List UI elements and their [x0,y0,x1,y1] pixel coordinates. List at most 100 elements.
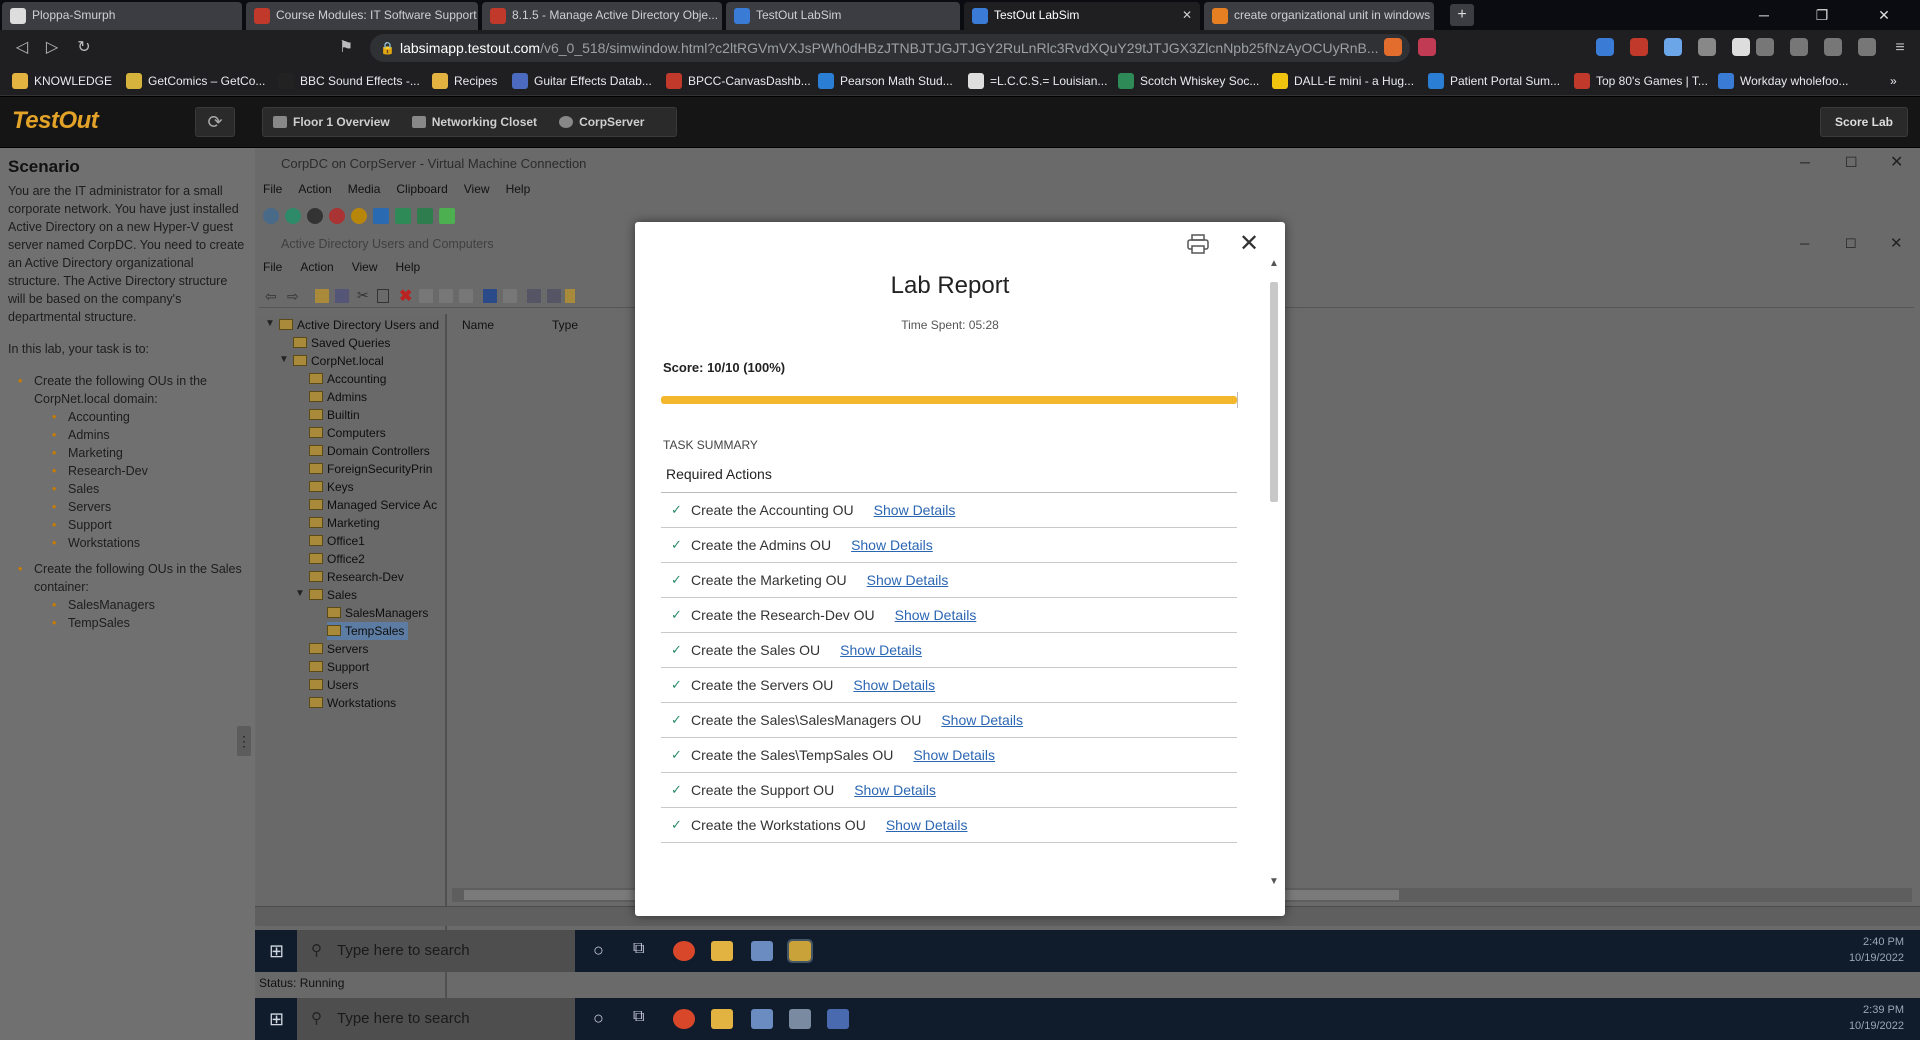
server-manager-icon[interactable] [751,1009,773,1029]
crumb-closet[interactable]: Networking Closet [411,115,537,129]
tree-item[interactable]: Computers [309,424,386,442]
delete-icon[interactable]: ✖ [399,286,412,306]
minimize-icon[interactable]: ─ [1742,0,1786,30]
scroll-up-icon[interactable]: ▲ [1269,258,1279,269]
bookmark-item[interactable]: Patient Portal Sum... [1428,72,1560,90]
show-details-link[interactable]: Show Details [913,747,995,763]
resume-icon[interactable] [395,208,411,224]
file-explorer-icon[interactable] [711,1009,733,1029]
score-lab-button[interactable]: Score Lab [1819,107,1908,137]
brave-rewards-icon[interactable] [1418,38,1436,56]
show-details-link[interactable]: Show Details [853,677,935,693]
tree-item[interactable]: Domain Controllers [309,442,430,460]
help-icon[interactable] [483,289,497,303]
copy-icon[interactable] [377,289,389,303]
bookmark-item[interactable]: Guitar Effects Datab... [512,72,652,90]
brave-shield-icon[interactable] [1384,38,1402,56]
panel-resize-handle[interactable]: ⋮ [237,726,251,756]
show-details-link[interactable]: Show Details [851,537,933,553]
menu-view[interactable]: View [464,182,490,196]
bookmark-item[interactable]: Scotch Whiskey Soc... [1118,72,1259,90]
new-tab-button[interactable]: + [1450,4,1474,26]
export-icon[interactable] [459,289,473,303]
bookmark-item[interactable]: Pearson Math Stud... [818,72,953,90]
menu-help[interactable]: Help [506,182,531,196]
forward-icon[interactable]: ▷ [42,38,62,58]
menu-help[interactable]: Help [396,260,421,274]
taskbar-search[interactable]: ⚲ Type here to search [297,998,575,1040]
show-details-link[interactable]: Show Details [941,712,1023,728]
revert-icon[interactable] [439,208,455,224]
browser-tab[interactable]: TestOut LabSim [726,2,960,30]
task-view-icon[interactable]: ⧉ [633,940,644,958]
browser-tab[interactable]: create organizational unit in windows se… [1204,2,1434,30]
collapse-arrow-icon[interactable]: ▼ [265,318,275,329]
browser-tab[interactable]: 8.1.5 - Manage Active Directory Obje... [482,2,722,30]
menu-file[interactable]: File [263,260,282,274]
wallet-icon[interactable] [1858,38,1876,56]
show-details-link[interactable]: Show Details [874,502,956,518]
collapse-arrow-icon[interactable]: ▼ [295,588,305,599]
cut-icon[interactable]: ✂ [357,287,369,304]
scroll-down-icon[interactable]: ▼ [1269,876,1279,887]
aduc-minimize-icon[interactable]: ─ [1800,236,1809,251]
dialog-scrollbar[interactable]: ▲ ▼ [1267,258,1281,887]
taskbar-search[interactable]: ⚲ Type here to search [297,930,575,972]
tree-item[interactable]: Builtin [309,406,360,424]
ctrl-alt-del-icon[interactable] [263,208,279,224]
refresh-button[interactable]: ⟳ [195,107,235,137]
column-type[interactable]: Type [552,318,578,332]
crumb-server[interactable]: CorpServer [559,115,644,129]
scrollbar-thumb[interactable] [1270,282,1278,502]
shutdown-icon[interactable] [329,208,345,224]
tree-root[interactable]: Active Directory Users and [279,316,439,334]
menu-action[interactable]: Action [298,182,331,196]
vm-minimize-icon[interactable]: ─ [1800,154,1810,170]
pause-icon[interactable] [373,208,389,224]
bookmark-item[interactable]: Workday wholefoo... [1718,72,1849,90]
sidebar-icon[interactable] [1824,38,1842,56]
tree-item-selected[interactable]: TempSales [327,622,409,640]
extension-icon[interactable] [1596,38,1614,56]
crumb-floor[interactable]: Floor 1 Overview [273,115,390,129]
tree-item[interactable]: SalesManagers [327,604,428,622]
vm-maximize-icon[interactable]: ☐ [1845,154,1858,171]
show-details-link[interactable]: Show Details [867,572,949,588]
extension-icon[interactable] [1664,38,1682,56]
up-folder-icon[interactable] [315,289,329,303]
menu-media[interactable]: Media [348,182,381,196]
show-tree-icon[interactable] [335,289,349,303]
tree-item[interactable]: Admins [309,388,367,406]
reload-icon[interactable]: ↻ [74,38,94,58]
tree-item[interactable]: Saved Queries [293,334,390,352]
restore-icon[interactable]: ❐ [1800,0,1844,30]
vm-connection-icon[interactable] [827,1009,849,1029]
view-icon[interactable] [503,289,517,303]
reading-list-icon[interactable] [1790,38,1808,56]
vm-close-icon[interactable]: ✕ [1890,152,1903,172]
tree-item[interactable]: Users [309,676,358,694]
checkpoint-icon[interactable] [417,208,433,224]
show-details-link[interactable]: Show Details [886,817,968,833]
tree-item[interactable]: Keys [309,478,354,496]
extension-icon[interactable] [1698,38,1716,56]
show-details-link[interactable]: Show Details [840,642,922,658]
browser-tab[interactable]: Ploppa-Smurph [2,2,242,30]
tree-item[interactable]: Managed Service Ac [309,496,437,514]
browser-tab[interactable]: Course Modules: IT Software Support [246,2,478,30]
bookmark-item[interactable]: KNOWLEDGE [12,72,112,90]
tree-item[interactable]: Research-Dev [309,568,404,586]
extension-icon[interactable] [1630,38,1648,56]
menu-view[interactable]: View [352,260,378,274]
windows-start-icon[interactable]: ⊞ [269,941,284,962]
refresh-icon[interactable] [439,289,453,303]
puzzle-icon[interactable] [1756,38,1774,56]
windows-start-icon[interactable]: ⊞ [269,1009,284,1030]
browser-tab-active[interactable]: TestOut LabSim ✕ [964,2,1200,30]
menu-file[interactable]: File [263,182,282,196]
bookmark-item[interactable]: Top 80's Games | T... [1574,72,1708,90]
show-details-link[interactable]: Show Details [895,607,977,623]
tree-item[interactable]: CorpNet.local [293,352,384,370]
hyperv-manager-icon[interactable] [789,1009,811,1029]
close-window-icon[interactable]: ✕ [1862,0,1906,30]
